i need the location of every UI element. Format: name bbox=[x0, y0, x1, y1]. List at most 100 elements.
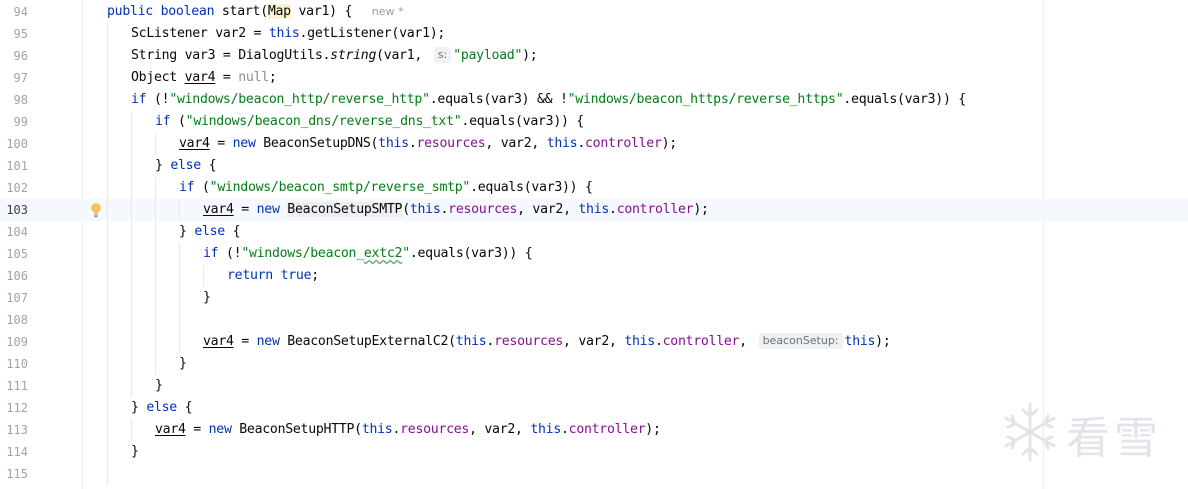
code-text[interactable]: return true; bbox=[227, 265, 319, 287]
inlay-hint-s: s: bbox=[433, 47, 452, 63]
indent-guide bbox=[131, 309, 132, 331]
code-text[interactable]: public boolean start(Map var1) { new * bbox=[107, 1, 404, 23]
code-editor[interactable]: 94 public boolean start(Map var1) { new … bbox=[0, 0, 1188, 489]
indent-guide bbox=[179, 265, 180, 287]
code-text[interactable]: } bbox=[179, 353, 187, 375]
line-number: 95 bbox=[13, 27, 28, 41]
indent-guide bbox=[155, 287, 156, 309]
code-text[interactable]: if (!"windows/beacon_http/reverse_http".… bbox=[131, 89, 966, 111]
code-text[interactable]: } bbox=[131, 441, 139, 463]
indent-guide bbox=[107, 111, 108, 133]
code-text[interactable]: var4 = new BeaconSetupSMTP(this.resource… bbox=[203, 199, 709, 221]
line-number: 113 bbox=[6, 423, 28, 437]
code-text[interactable]: String var3 = DialogUtils.string(var1, s… bbox=[131, 45, 538, 67]
indent-guide bbox=[107, 45, 108, 67]
indent-guide bbox=[107, 221, 108, 243]
indent-guide bbox=[131, 155, 132, 177]
code-line[interactable]: 105 if (!"windows/beacon_extc2".equals(v… bbox=[0, 243, 1188, 265]
indent-guide bbox=[155, 199, 156, 221]
code-line-current[interactable]: 103 var4 = new BeaconSetupSMTP(this.reso… bbox=[0, 199, 1188, 221]
indent-guide bbox=[107, 309, 108, 331]
line-number: 104 bbox=[6, 225, 28, 239]
author-hint[interactable]: new * bbox=[372, 5, 404, 18]
indent-guide bbox=[131, 111, 132, 133]
line-number: 107 bbox=[6, 291, 28, 305]
code-line[interactable]: 95 ScListener var2 = this.getListener(va… bbox=[0, 23, 1188, 45]
lightbulb-icon[interactable] bbox=[89, 202, 103, 218]
indent-guide bbox=[131, 353, 132, 375]
indent-guide bbox=[179, 243, 180, 265]
indent-guide bbox=[131, 221, 132, 243]
indent-guide bbox=[107, 89, 108, 111]
indent-guide bbox=[107, 243, 108, 265]
line-number: 108 bbox=[6, 313, 28, 327]
code-line[interactable]: 94 public boolean start(Map var1) { new … bbox=[0, 1, 1188, 23]
line-number: 115 bbox=[6, 467, 28, 481]
code-line[interactable]: 104 } else { bbox=[0, 221, 1188, 243]
indent-guide bbox=[107, 353, 108, 375]
code-text[interactable]: } bbox=[155, 375, 163, 397]
indent-guide bbox=[179, 199, 180, 221]
code-line[interactable]: 101 } else { bbox=[0, 155, 1188, 177]
code-text[interactable]: var4 = new BeaconSetupDNS(this.resources… bbox=[179, 133, 677, 155]
code-text[interactable]: var4 = new BeaconSetupExternalC2(this.re… bbox=[203, 331, 891, 353]
indent-guide bbox=[107, 419, 108, 441]
code-line[interactable]: 106 return true; bbox=[0, 265, 1188, 287]
indent-guide bbox=[131, 177, 132, 199]
line-number: 110 bbox=[6, 357, 28, 371]
line-number: 112 bbox=[6, 401, 28, 415]
code-line[interactable]: 110 } bbox=[0, 353, 1188, 375]
indent-guide bbox=[131, 419, 132, 441]
code-text[interactable]: } else { bbox=[155, 155, 217, 177]
watermark: 看雪 bbox=[996, 398, 1168, 470]
code-text[interactable]: if ("windows/beacon_dns/reverse_dns_txt"… bbox=[155, 111, 584, 133]
code-line[interactable]: 99 if ("windows/beacon_dns/reverse_dns_t… bbox=[0, 111, 1188, 133]
indent-guide bbox=[155, 353, 156, 375]
indent-guide bbox=[107, 287, 108, 309]
code-line[interactable]: 96 String var3 = DialogUtils.string(var1… bbox=[0, 45, 1188, 67]
watermark-text: 看雪 bbox=[1066, 413, 1162, 464]
indent-guide bbox=[155, 177, 156, 199]
indent-guide bbox=[107, 23, 108, 45]
indent-guide bbox=[179, 287, 180, 309]
code-text[interactable]: } else { bbox=[179, 221, 241, 243]
indent-guide bbox=[155, 133, 156, 155]
code-text[interactable]: var4 = new BeaconSetupHTTP(this.resource… bbox=[155, 419, 661, 441]
code-text[interactable]: } bbox=[203, 287, 211, 309]
indent-guide bbox=[155, 309, 156, 331]
indent-guide bbox=[107, 177, 108, 199]
indent-guide bbox=[107, 331, 108, 353]
line-number: 106 bbox=[6, 269, 28, 283]
code-line[interactable]: 111 } bbox=[0, 375, 1188, 397]
indent-guide bbox=[107, 199, 108, 221]
code-line[interactable]: 102 if ("windows/beacon_smtp/reverse_smt… bbox=[0, 177, 1188, 199]
line-number: 97 bbox=[13, 71, 28, 85]
code-line[interactable]: 108 bbox=[0, 309, 1188, 331]
indent-guide bbox=[107, 375, 108, 397]
code-line[interactable]: 107 } bbox=[0, 287, 1188, 309]
indent-guide bbox=[131, 331, 132, 353]
code-text[interactable]: Object var4 = null; bbox=[131, 67, 277, 89]
code-line[interactable]: 98 if (!"windows/beacon_http/reverse_htt… bbox=[0, 89, 1188, 111]
code-line[interactable]: 97 Object var4 = null; bbox=[0, 67, 1188, 89]
code-text[interactable]: if ("windows/beacon_smtp/reverse_smtp".e… bbox=[179, 177, 593, 199]
indent-guide bbox=[155, 331, 156, 353]
indent-guide bbox=[179, 309, 180, 331]
indent-guide bbox=[131, 199, 132, 221]
code-line[interactable]: 100 var4 = new BeaconSetupDNS(this.resou… bbox=[0, 133, 1188, 155]
line-number: 111 bbox=[6, 379, 28, 393]
indent-guide bbox=[107, 265, 108, 287]
line-number: 94 bbox=[13, 5, 28, 19]
code-text[interactable]: } else { bbox=[131, 397, 193, 419]
indent-guide bbox=[107, 441, 108, 463]
code-text[interactable]: if (!"windows/beacon_extc2".equals(var3)… bbox=[203, 243, 533, 265]
line-number: 103 bbox=[6, 203, 28, 217]
indent-guide bbox=[107, 397, 108, 419]
code-line[interactable]: 109 var4 = new BeaconSetupExternalC2(thi… bbox=[0, 331, 1188, 353]
indent-guide bbox=[179, 331, 180, 353]
indent-guide bbox=[107, 155, 108, 177]
line-number: 109 bbox=[6, 335, 28, 349]
indent-guide bbox=[107, 463, 108, 485]
code-text[interactable]: ScListener var2 = this.getListener(var1)… bbox=[131, 23, 445, 45]
indent-guide bbox=[131, 243, 132, 265]
